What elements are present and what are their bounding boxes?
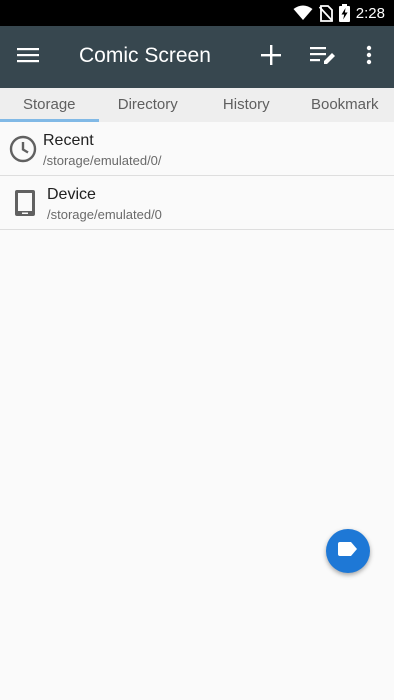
list-item-path: /storage/emulated/0/ (43, 153, 162, 168)
tab-storage[interactable]: Storage (0, 88, 99, 122)
app-title: Comic Screen (79, 44, 211, 67)
label-tag-icon (338, 541, 358, 561)
more-options-button[interactable] (349, 37, 389, 77)
list-item-recent[interactable]: Recent /storage/emulated/0/ (0, 122, 394, 176)
storage-list: Recent /storage/emulated/0/ Device /stor… (0, 122, 394, 230)
add-icon (261, 44, 281, 70)
edit-list-button[interactable] (303, 37, 343, 77)
status-bar: 2:28 (0, 0, 394, 26)
list-item-title: Recent (43, 132, 94, 149)
tab-bar: Storage Directory History Bookmark (0, 88, 394, 122)
floating-action-button[interactable] (326, 529, 370, 573)
list-item-title: Device (47, 186, 96, 203)
menu-button[interactable] (8, 37, 48, 77)
tab-directory[interactable]: Directory (99, 88, 198, 122)
tab-history[interactable]: History (197, 88, 296, 122)
clock-icon (8, 134, 38, 164)
wifi-icon (293, 5, 313, 21)
more-vert-icon (366, 45, 372, 70)
app-bar: Comic Screen (0, 26, 394, 88)
battery-charging-icon (338, 4, 350, 22)
list-item-device[interactable]: Device /storage/emulated/0 (0, 176, 394, 230)
tab-bookmark[interactable]: Bookmark (296, 88, 394, 122)
edit-list-icon (310, 44, 336, 71)
status-time: 2:28 (355, 4, 385, 22)
no-sim-icon (318, 4, 333, 22)
add-button[interactable] (251, 37, 291, 77)
tablet-device-icon (10, 188, 40, 218)
menu-icon (17, 46, 39, 69)
list-item-path: /storage/emulated/0 (47, 207, 162, 222)
